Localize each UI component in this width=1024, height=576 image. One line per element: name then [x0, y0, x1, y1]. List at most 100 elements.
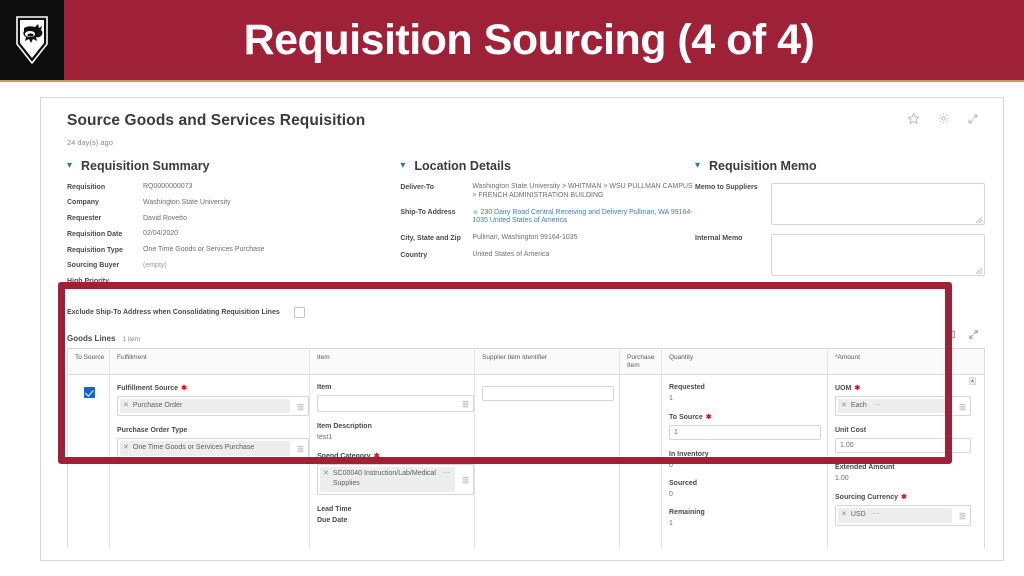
list-menu-icon[interactable] — [457, 396, 473, 411]
app-screenshot-panel: Source Goods and Services Requisition 24… — [40, 97, 1004, 561]
header-underline — [0, 80, 1024, 82]
selected-pill[interactable]: ✕ Purchase Order — [120, 399, 290, 414]
column-header-item[interactable]: Item — [310, 349, 475, 375]
exclude-ship-to-checkbox[interactable] — [293, 307, 305, 319]
wsu-logo-container — [0, 0, 64, 80]
ship-to-address-link[interactable]: ◉ 230 Dairy Road Central Receiving and De… — [472, 209, 695, 227]
location-pin-icon: ◉ — [472, 208, 479, 216]
sourcing-currency-select[interactable]: ✕ USD ⋯ — [835, 505, 971, 526]
expand-icon[interactable] — [968, 328, 979, 344]
selected-pill[interactable]: ✕ USD ⋯ — [838, 508, 952, 523]
unit-cost-input[interactable]: 1.00 — [835, 438, 971, 454]
overflow-dots-icon[interactable]: ⋯ — [874, 401, 881, 411]
field-value: Washington State University — [143, 198, 231, 206]
field-label: Memo to Suppliers — [695, 184, 758, 191]
summary-columns: ▾ Requisition Summary Requisition RQ0000… — [41, 147, 1003, 293]
item-select[interactable] — [317, 395, 474, 413]
remove-icon[interactable]: ✕ — [123, 401, 129, 411]
selected-pill[interactable]: ✕ Each ⋯ — [838, 399, 952, 414]
field-value: (empty) — [143, 261, 167, 269]
memo-to-suppliers-textarea[interactable] — [771, 183, 985, 225]
list-menu-icon[interactable] — [457, 465, 473, 493]
favorite-star-icon[interactable] — [907, 112, 920, 129]
column-header-supplier-item-identifier[interactable]: Supplier Item Identifier — [475, 349, 620, 375]
field-label: High Priority — [67, 278, 110, 285]
list-menu-icon[interactable] — [292, 439, 308, 457]
item-description-label: Item Description — [317, 423, 372, 431]
uom-select[interactable]: ✕ Each ⋯ — [835, 396, 971, 417]
field-row: Requisition Date 02/04/2020 — [67, 230, 400, 239]
chevron-down-icon[interactable]: ▾ — [400, 160, 405, 171]
field-label: Ship-To Address — [400, 209, 456, 216]
field-value: Washington State University > WHITMAN > … — [472, 183, 693, 199]
remove-icon[interactable]: ✕ — [123, 443, 129, 453]
internal-memo-row: Internal Memo — [695, 234, 985, 276]
expand-icon[interactable] — [967, 113, 979, 129]
supplier-item-identifier-input[interactable] — [482, 386, 614, 402]
list-menu-icon[interactable] — [954, 506, 970, 524]
list-menu-icon[interactable] — [954, 397, 970, 415]
location-details-section: ▾ Location Details Deliver-To Washington… — [400, 159, 695, 293]
label-text: Spend Category — [317, 453, 371, 461]
selected-pill[interactable]: ✕ One Time Goods or Services Purchase — [120, 441, 290, 456]
ship-to-address-text: 230 Dairy Road Central Receiving and Del… — [472, 208, 693, 225]
column-header-fulfillment[interactable]: Fulfillment — [110, 349, 310, 375]
label-text: UOM — [835, 385, 852, 393]
purchase-order-type-label: Purchase Order Type — [117, 427, 188, 435]
column-header-purchase-item[interactable]: Purchase Item — [620, 349, 662, 375]
grid-view-icon[interactable] — [945, 328, 956, 344]
table-row: Fulfillment Source ✱ ✕ Purchase Order Pur… — [68, 375, 984, 550]
to-source-input[interactable]: 1 — [669, 425, 821, 441]
chevron-down-icon[interactable]: ▾ — [67, 160, 72, 171]
page-title: Source Goods and Services Requisition — [67, 112, 366, 129]
column-header-quantity[interactable]: Quantity — [662, 349, 828, 375]
item-value-area[interactable] — [320, 398, 455, 410]
remove-icon[interactable]: ✕ — [323, 469, 329, 479]
cell-fulfillment: Fulfillment Source ✱ ✕ Purchase Order Pur… — [110, 375, 310, 550]
remove-icon[interactable]: ✕ — [841, 401, 847, 411]
gear-icon[interactable] — [937, 112, 950, 129]
required-asterisk-icon: ✱ — [705, 414, 712, 422]
required-asterisk-icon: ✱ — [854, 385, 861, 393]
goods-lines-title: Goods Lines — [67, 334, 116, 344]
fulfillment-source-select[interactable]: ✕ Purchase Order — [117, 396, 309, 417]
goods-lines-toolbar — [945, 328, 979, 344]
section-title: Requisition Summary — [81, 159, 210, 173]
column-header-to-source[interactable]: To Source — [68, 349, 110, 375]
table-header-row: To Source Fulfillment Item Supplier Item… — [68, 349, 984, 376]
in-inventory-label: In Inventory — [669, 451, 709, 459]
field-value: 02/04/2020 — [143, 230, 179, 238]
purchase-order-type-select[interactable]: ✕ One Time Goods or Services Purchase — [117, 438, 309, 459]
column-header-amount[interactable]: *Amount — [828, 349, 978, 374]
cell-to-source — [68, 375, 110, 550]
wsu-cougar-shield-logo — [16, 16, 48, 65]
selected-pill[interactable]: ✕ SC00040 Instruction/Lab/Medical Suppli… — [320, 467, 455, 492]
chevron-down-icon[interactable]: ▾ — [695, 160, 700, 171]
sourced-value: 0 — [669, 491, 673, 499]
spend-category-select[interactable]: ✕ SC00040 Instruction/Lab/Medical Suppli… — [317, 464, 474, 495]
field-label: Deliver-To — [400, 183, 435, 191]
overflow-dots-icon[interactable]: ⋯ — [873, 510, 880, 520]
list-menu-icon[interactable] — [292, 397, 308, 415]
to-source-checkbox[interactable] — [84, 387, 95, 399]
requisition-memo-header[interactable]: ▾ Requisition Memo — [695, 159, 985, 173]
goods-lines-bar: Goods Lines 1 item — [41, 318, 1003, 348]
fulfillment-source-label: Fulfillment Source ✱ — [117, 384, 309, 392]
remove-icon[interactable]: ✕ — [841, 510, 847, 520]
overflow-dots-icon[interactable]: ⋯ — [443, 469, 450, 479]
field-label: Requisition Date — [67, 230, 123, 238]
field-row-city-state-zip: City, State and Zip Pullman, Washington … — [400, 234, 695, 243]
field-value: RQ0000000073 — [143, 183, 193, 190]
internal-memo-textarea[interactable] — [771, 234, 985, 276]
spend-category-label: Spend Category ✱ — [317, 452, 474, 460]
location-details-header[interactable]: ▾ Location Details — [400, 159, 695, 173]
requisition-summary-header[interactable]: ▾ Requisition Summary — [67, 159, 400, 173]
goods-lines-count: 1 item — [122, 335, 141, 343]
required-asterisk-icon: ✱ — [373, 453, 380, 461]
field-label: Country — [400, 251, 428, 259]
scroll-up-button[interactable]: ▲ — [969, 377, 976, 386]
required-asterisk-icon: ✱ — [181, 385, 187, 393]
field-row: Requisition Type One Time Goods or Servi… — [67, 246, 400, 255]
to-source-value: 1 — [674, 429, 678, 437]
cell-supplier-item-identifier — [475, 375, 620, 550]
